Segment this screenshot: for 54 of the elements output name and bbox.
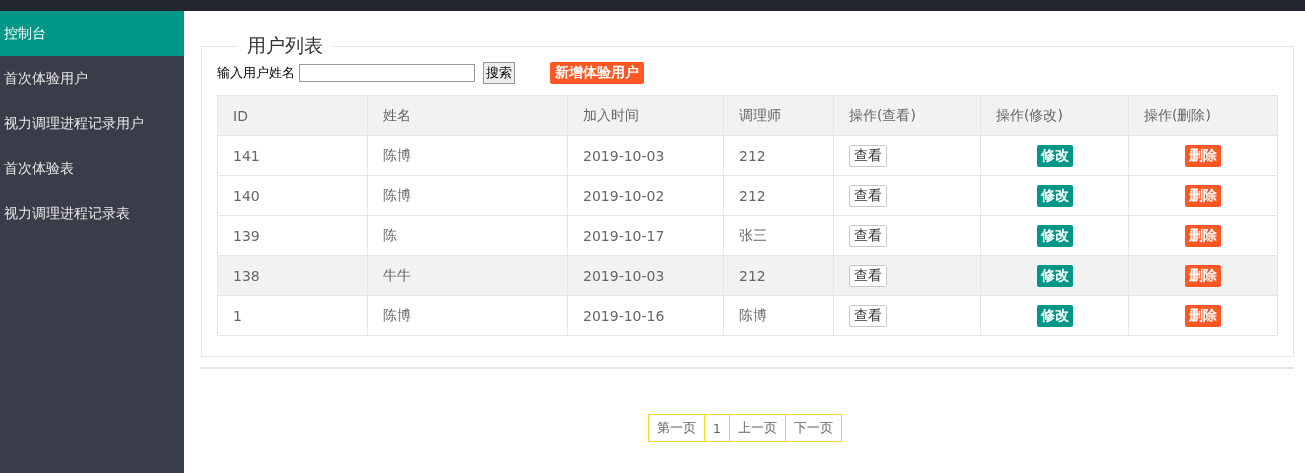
page-link[interactable]: 下一页 [785,414,843,442]
table-cell: 140 [217,175,368,216]
page-link[interactable]: 上一页 [729,414,787,442]
panel-title: 用户列表 [246,33,324,58]
table-cell: 陈 [367,215,568,256]
edit-button[interactable]: 修改 [1036,264,1073,287]
table-row[interactable]: 1 陈博 2019-10-16 陈博 查看 修改 删除 [217,295,1278,336]
edit-button[interactable]: 修改 [1036,224,1073,247]
column-header: 操作(查看) [833,95,981,136]
table-row[interactable]: 141 陈博 2019-10-03 212 查看 修改 删除 [217,135,1278,176]
sidebar-item[interactable]: 首次体验表 [0,146,184,191]
table-cell: 212 [723,255,834,296]
table-cell: 141 [217,135,368,176]
view-button[interactable]: 查看 [849,264,887,287]
edit-button[interactable]: 修改 [1036,144,1073,167]
search-button[interactable]: 搜索 [483,62,515,84]
sidebar-item[interactable]: 控制台 [0,11,184,56]
sidebar-item[interactable]: 视力调理进程记录用户 [0,101,184,146]
table-cell: 牛牛 [367,255,568,296]
table-cell: 138 [217,255,368,296]
edit-button[interactable]: 修改 [1036,184,1073,207]
table-cell: 1 [217,295,368,336]
column-header: 调理师 [723,95,834,136]
table-cell: 2019-10-17 [567,215,724,256]
column-header: ID [217,95,368,136]
column-header: 姓名 [367,95,568,136]
table-cell: 张三 [723,215,834,256]
table-cell: 212 [723,135,834,176]
page-link[interactable]: 第一页 [647,414,705,442]
view-button[interactable]: 查看 [849,224,887,247]
table-cell: 2019-10-03 [567,135,724,176]
table-cell: 陈博 [723,295,834,336]
table-row[interactable]: 138 牛牛 2019-10-03 212 查看 修改 删除 [217,255,1278,296]
column-header: 操作(删除) [1128,95,1278,136]
sidebar-item[interactable]: 首次体验用户 [0,56,184,101]
table-cell: 212 [723,175,834,216]
table-cell: 陈博 [367,135,568,176]
table-cell: 陈博 [367,295,568,336]
column-header: 加入时间 [567,95,724,136]
table-cell: 2019-10-02 [567,175,724,216]
search-label: 输入用户姓名 [217,64,295,82]
sidebar-item[interactable]: 视力调理进程记录表 [0,191,184,236]
table-row[interactable]: 139 陈 2019-10-17 张三 查看 修改 删除 [217,215,1278,256]
view-button[interactable]: 查看 [849,184,887,207]
table-cell: 2019-10-16 [567,295,724,336]
table-cell: 2019-10-03 [567,255,724,296]
column-header: 操作(修改) [980,95,1129,136]
table-cell: 139 [217,215,368,256]
table-cell: 陈博 [367,175,568,216]
table-row[interactable]: 140 陈博 2019-10-02 212 查看 修改 删除 [217,175,1278,216]
search-field[interactable] [299,64,475,82]
view-button[interactable]: 查看 [849,304,887,327]
edit-button[interactable]: 修改 [1036,304,1073,327]
view-button[interactable]: 查看 [849,144,887,167]
